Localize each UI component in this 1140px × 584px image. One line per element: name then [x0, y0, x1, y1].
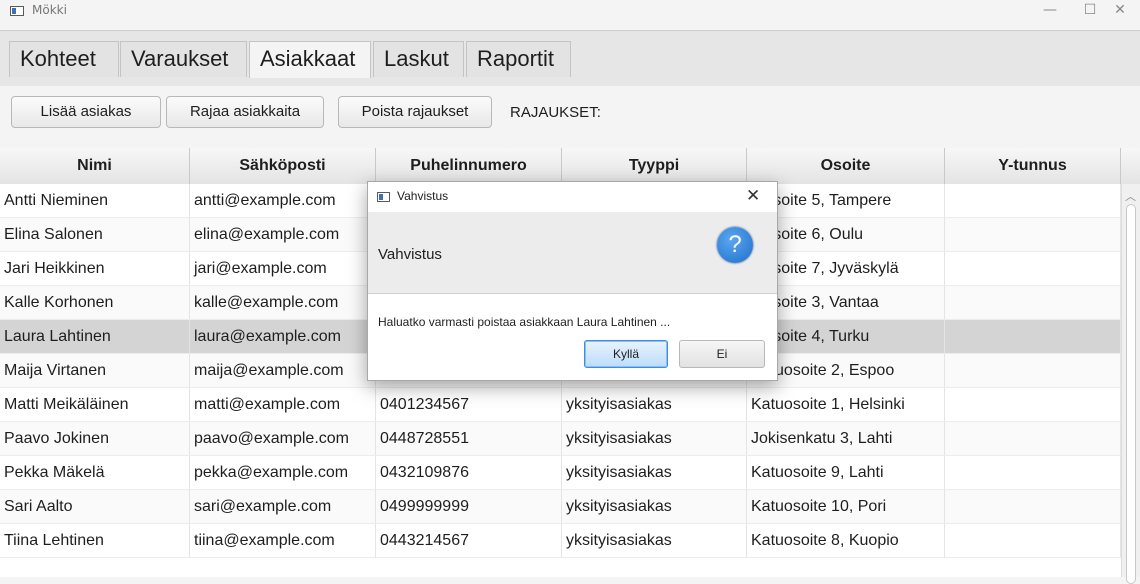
cell-type: yksityisasiakas [562, 388, 747, 421]
cell-email: paavo@example.com [190, 422, 376, 455]
cell-address: Katuosoite 8, Kuopio [747, 524, 945, 557]
cell-ytunnus [945, 490, 1121, 523]
confirm-yes-button[interactable]: Kyllä [584, 340, 668, 368]
cell-ytunnus [945, 184, 1121, 217]
cell-email: matti@example.com [190, 388, 376, 421]
cell-ytunnus [945, 218, 1121, 251]
table-header: Nimi Sähköposti Puhelinnumero Tyyppi Oso… [0, 148, 1140, 185]
cell-email: elina@example.com [190, 218, 376, 251]
cell-nimi: Kalle Korhonen [0, 286, 190, 319]
cell-phone: 0432109876 [376, 456, 562, 489]
question-icon: ? [717, 227, 753, 263]
cell-nimi: Tiina Lehtinen [0, 524, 190, 557]
clear-filters-button[interactable]: Poista rajaukset [338, 96, 492, 128]
cell-email: jari@example.com [190, 252, 376, 285]
cell-type: yksityisasiakas [562, 524, 747, 557]
app-window-icon [10, 6, 24, 16]
dialog-close-button[interactable]: ✕ [746, 186, 760, 206]
cell-email: kalle@example.com [190, 286, 376, 319]
cell-phone: 0448728551 [376, 422, 562, 455]
chevron-up-icon[interactable]: ︿ [1125, 188, 1136, 204]
column-header-email[interactable]: Sähköposti [190, 148, 376, 184]
cell-ytunnus [945, 320, 1121, 353]
cell-address: Katuosoite 1, Helsinki [747, 388, 945, 421]
cell-nimi: Matti Meikäläinen [0, 388, 190, 421]
confirm-no-button[interactable]: Ei [679, 340, 765, 368]
cell-nimi: Jari Heikkinen [0, 252, 190, 285]
cell-address: Jokisenkatu 3, Lahti [747, 422, 945, 455]
dialog-titlebar: Vahvistus ✕ [368, 182, 777, 212]
window-titlebar: Mökki — ☐ ✕ [0, 0, 1140, 30]
cell-email: tiina@example.com [190, 524, 376, 557]
cell-email: antti@example.com [190, 184, 376, 217]
toolbar: Lisää asiakas Rajaa asiakkaita Poista ra… [0, 86, 1140, 148]
cell-ytunnus [945, 456, 1121, 489]
close-window-button[interactable]: ✕ [1100, 0, 1140, 22]
dialog-title: Vahvistus [397, 189, 449, 203]
dialog-message: Haluatko varmasti poistaa asiakkaan Laur… [378, 315, 671, 329]
cell-email: laura@example.com [190, 320, 376, 353]
cell-address: Katuosoite 9, Lahti [747, 456, 945, 489]
column-header-type[interactable]: Tyyppi [562, 148, 747, 184]
cell-nimi: Antti Nieminen [0, 184, 190, 217]
column-header-ytunnus[interactable]: Y-tunnus [945, 148, 1121, 184]
tab-kohteet[interactable]: Kohteet [9, 41, 119, 77]
vertical-scrollbar[interactable]: ︿ [1121, 184, 1140, 584]
cell-nimi: Maija Virtanen [0, 354, 190, 387]
tab-laskut[interactable]: Laskut [373, 41, 464, 77]
column-header-address[interactable]: Osoite [747, 148, 945, 184]
column-header-nimi[interactable]: Nimi [0, 148, 190, 184]
cell-email: sari@example.com [190, 490, 376, 523]
table-row[interactable]: Pekka Mäkelä pekka@example.com 0432109876 y… [0, 456, 1121, 490]
cell-ytunnus [945, 252, 1121, 285]
cell-phone: 0499999999 [376, 490, 562, 523]
cell-nimi: Elina Salonen [0, 218, 190, 251]
cell-nimi: Sari Aalto [0, 490, 190, 523]
cell-ytunnus [945, 286, 1121, 319]
scroll-thumb[interactable] [1126, 204, 1136, 584]
tab-varaukset[interactable]: Varaukset [120, 41, 247, 77]
cell-nimi: Paavo Jokinen [0, 422, 190, 455]
tab-raportit[interactable]: Raportit [466, 41, 571, 77]
table-row[interactable]: Paavo Jokinen paavo@example.com 0448728551… [0, 422, 1121, 456]
dialog-header: Vahvistus ? [368, 212, 777, 294]
add-customer-button[interactable]: Lisää asiakas [11, 96, 161, 128]
filter-customers-button[interactable]: Rajaa asiakkaita [166, 96, 324, 128]
column-header-spacer [1121, 148, 1140, 184]
window-title: Mökki [32, 3, 67, 17]
table-row[interactable]: Matti Meikäläinen matti@example.com 040123… [0, 388, 1121, 422]
cell-email: maija@example.com [190, 354, 376, 387]
cell-ytunnus [945, 524, 1121, 557]
cell-email: pekka@example.com [190, 456, 376, 489]
cell-ytunnus [945, 354, 1121, 387]
minimize-button[interactable]: — [1030, 0, 1070, 22]
column-header-phone[interactable]: Puhelinnumero [376, 148, 562, 184]
filters-label: RAJAUKSET: [510, 104, 601, 121]
cell-type: yksityisasiakas [562, 456, 747, 489]
cell-nimi: Pekka Mäkelä [0, 456, 190, 489]
cell-ytunnus [945, 422, 1121, 455]
cell-address: Katuosoite 10, Pori [747, 490, 945, 523]
cell-phone: 0401234567 [376, 388, 562, 421]
cell-ytunnus [945, 388, 1121, 421]
app-window-icon [377, 192, 390, 202]
confirm-dialog: Vahvistus ✕ Vahvistus ? Haluatko varmast… [367, 181, 778, 381]
cell-nimi: Laura Lahtinen [0, 320, 190, 353]
cell-type: yksityisasiakas [562, 490, 747, 523]
tab-bar: Kohteet Varaukset Asiakkaat Laskut Rapor… [0, 30, 1140, 87]
dialog-header-text: Vahvistus [378, 246, 442, 263]
table-row[interactable]: Tiina Lehtinen tiina@example.com 044321456… [0, 524, 1121, 558]
cell-phone: 0443214567 [376, 524, 562, 557]
tab-asiakkaat[interactable]: Asiakkaat [249, 41, 371, 78]
cell-type: yksityisasiakas [562, 422, 747, 455]
table-row[interactable]: Sari Aalto sari@example.com 0499999999 yksi… [0, 490, 1121, 524]
